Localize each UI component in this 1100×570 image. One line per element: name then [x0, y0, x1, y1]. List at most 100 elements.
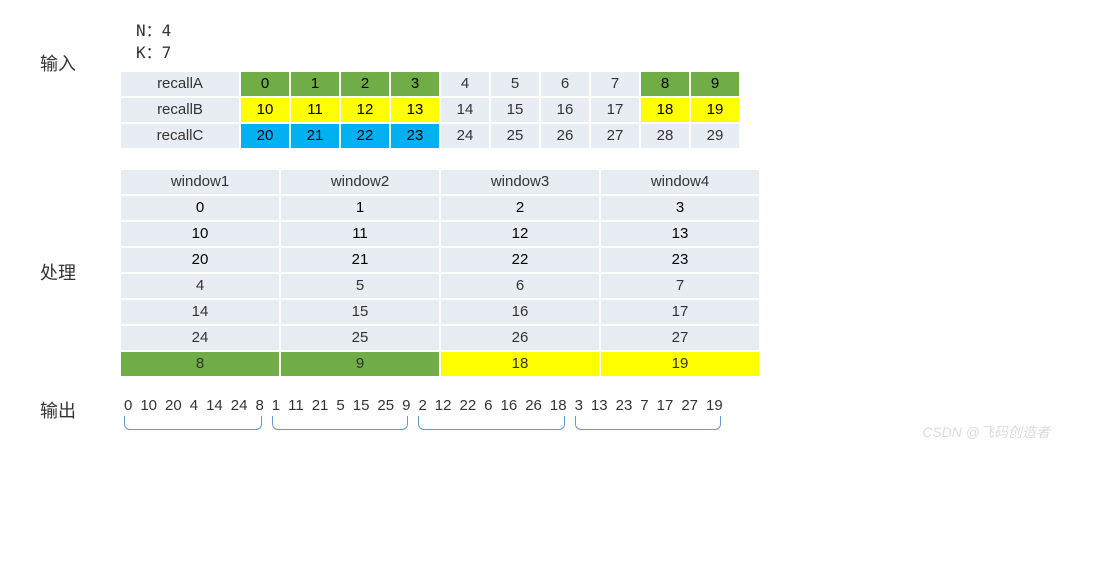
output-numbers: 0102041424811121515259212226162618313237…	[120, 397, 1060, 414]
output-group: 11121515259	[268, 397, 415, 414]
process-cell: 14	[120, 299, 280, 325]
process-header-row: window1window2window3window4	[120, 169, 760, 195]
process-row: 4567	[120, 273, 760, 299]
input-cell: 5	[490, 71, 540, 97]
input-label: 输入	[40, 20, 120, 76]
watermark-text: CSDN @飞码创造者	[922, 422, 1050, 442]
output-number: 15	[349, 397, 374, 414]
process-body: window1window2window3window4012310111213…	[120, 169, 1060, 377]
process-cell: 3	[600, 195, 760, 221]
output-number: 7	[636, 397, 652, 414]
input-cell: 22	[340, 123, 390, 149]
output-number: 3	[571, 397, 587, 414]
input-cell: 10	[240, 97, 290, 123]
input-cell: 12	[340, 97, 390, 123]
process-table: window1window2window3window4012310111213…	[120, 169, 760, 377]
process-cell: 13	[600, 221, 760, 247]
input-cell: 13	[390, 97, 440, 123]
output-number: 23	[612, 397, 637, 414]
input-cell: 15	[490, 97, 540, 123]
bracket-icon	[575, 416, 721, 430]
input-table: recallA0123456789recallB1011121314151617…	[120, 71, 1060, 149]
input-cell: 0	[240, 71, 290, 97]
input-cell: 24	[440, 123, 490, 149]
input-row: recallC20212223242526272829	[120, 123, 1060, 149]
input-cell: 29	[690, 123, 740, 149]
process-cell: 26	[440, 325, 600, 351]
param-n-value: 4	[162, 21, 172, 40]
param-k-value: 7	[162, 43, 172, 62]
output-number: 17	[653, 397, 678, 414]
input-cell: 28	[640, 123, 690, 149]
input-cell: 27	[590, 123, 640, 149]
input-row: recallB10111213141516171819	[120, 97, 1060, 123]
output-number: 9	[398, 397, 414, 414]
process-cell: 1	[280, 195, 440, 221]
output-section: 输出 0102041424811121515259212226162618313…	[40, 397, 1060, 436]
input-cell: 21	[290, 123, 340, 149]
process-cell: 25	[280, 325, 440, 351]
input-cell: 3	[390, 71, 440, 97]
input-cell: 9	[690, 71, 740, 97]
param-n-label: N：	[136, 21, 162, 40]
input-cell: 4	[440, 71, 490, 97]
process-cell: 17	[600, 299, 760, 325]
process-cell: 6	[440, 273, 600, 299]
bracket-icon	[124, 416, 262, 430]
process-cell: 9	[280, 351, 440, 377]
input-cell: 18	[640, 97, 690, 123]
process-cell: 18	[440, 351, 600, 377]
process-cell: 12	[440, 221, 600, 247]
process-cell: 27	[600, 325, 760, 351]
input-cell: 14	[440, 97, 490, 123]
output-group: 212226162618	[414, 397, 570, 414]
input-cell: 19	[690, 97, 740, 123]
output-number: 16	[497, 397, 522, 414]
process-cell: 11	[280, 221, 440, 247]
process-cell: 16	[440, 299, 600, 325]
process-cell: 2	[440, 195, 600, 221]
output-label: 输出	[40, 397, 120, 423]
output-number: 2	[414, 397, 430, 414]
process-cell: 22	[440, 247, 600, 273]
param-n: N：4	[136, 20, 1060, 42]
process-cell: 7	[600, 273, 760, 299]
input-cell: 1	[290, 71, 340, 97]
bracket-icon	[418, 416, 564, 430]
process-cell: 0	[120, 195, 280, 221]
process-cell: 10	[120, 221, 280, 247]
output-number: 18	[546, 397, 571, 414]
input-cell: 7	[590, 71, 640, 97]
output-number: 12	[431, 397, 456, 414]
bracket-icon	[272, 416, 409, 430]
output-body: 0102041424811121515259212226162618313237…	[120, 397, 1060, 436]
output-number: 13	[587, 397, 612, 414]
output-number: 24	[227, 397, 252, 414]
process-cell: 23	[600, 247, 760, 273]
output-number: 5	[332, 397, 348, 414]
param-k-label: K：	[136, 43, 162, 62]
output-number: 6	[480, 397, 496, 414]
input-row-label: recallC	[120, 123, 240, 149]
window-header: window1	[120, 169, 280, 195]
output-group: 313237172719	[571, 397, 727, 414]
process-row: 10111213	[120, 221, 760, 247]
output-number: 10	[136, 397, 161, 414]
process-cell: 5	[280, 273, 440, 299]
input-body: N：4 K：7 recallA0123456789recallB10111213…	[120, 20, 1060, 149]
input-row: recallA0123456789	[120, 71, 1060, 97]
process-cell: 4	[120, 273, 280, 299]
output-number: 19	[702, 397, 727, 414]
output-number: 22	[455, 397, 480, 414]
window-header: window2	[280, 169, 440, 195]
input-cell: 20	[240, 123, 290, 149]
process-row: 20212223	[120, 247, 760, 273]
input-cell: 16	[540, 97, 590, 123]
output-number: 11	[284, 397, 308, 414]
input-cell: 8	[640, 71, 690, 97]
input-cell: 26	[540, 123, 590, 149]
input-row-label: recallB	[120, 97, 240, 123]
process-cell: 19	[600, 351, 760, 377]
input-cell: 17	[590, 97, 640, 123]
output-group: 01020414248	[120, 397, 268, 414]
